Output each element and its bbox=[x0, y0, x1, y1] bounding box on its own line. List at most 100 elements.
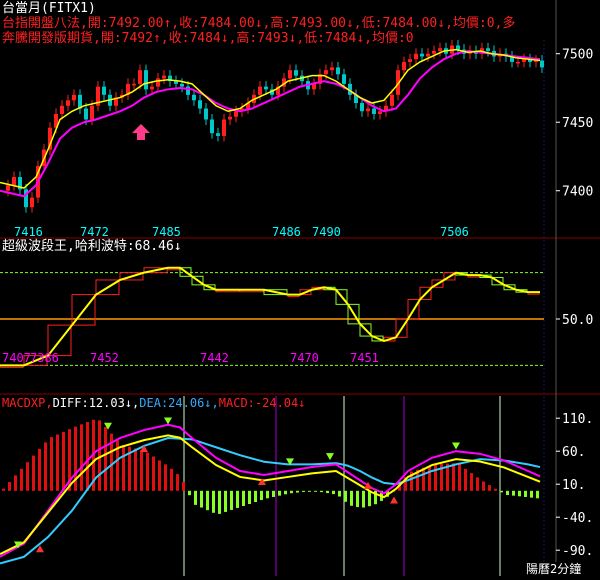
chart-title: 台當月(FITX1) bbox=[2, 1, 96, 16]
macd-y-tick-label: 110. bbox=[562, 412, 593, 427]
macd-histogram-bar bbox=[230, 490, 233, 510]
candle-body bbox=[180, 83, 184, 87]
candle-body bbox=[234, 111, 238, 117]
macd-histogram-bar bbox=[254, 490, 257, 503]
candle-body bbox=[162, 75, 166, 79]
candle-body bbox=[66, 100, 70, 106]
candle-body bbox=[150, 86, 154, 90]
macd-histogram-bar bbox=[26, 462, 29, 491]
macd-histogram-bar bbox=[332, 490, 335, 495]
macd-title: MACDXP,DIFF:12.03↓,DEA:24.06↓,MACD:-24.0… bbox=[2, 396, 305, 410]
candle-body bbox=[210, 119, 214, 134]
wave-line bbox=[0, 266, 540, 367]
candle-body bbox=[408, 59, 412, 62]
macd-histogram-bar bbox=[182, 482, 185, 491]
candle-body bbox=[204, 108, 208, 120]
macd-histogram-bar bbox=[98, 420, 101, 491]
wave-bottom-label: 7386 bbox=[30, 351, 59, 365]
candle-body bbox=[426, 53, 430, 57]
wave-y-tick-label: 50.0 bbox=[562, 313, 593, 328]
macd-histogram-bar bbox=[506, 490, 509, 495]
price-annotation: 7416 bbox=[14, 225, 43, 239]
up-arrow-marker bbox=[132, 124, 150, 140]
macd-histogram-bar bbox=[146, 452, 149, 491]
candle-body bbox=[30, 197, 34, 208]
footer-period: 陽曆2分鐘 bbox=[526, 562, 582, 576]
ma-yellow-line bbox=[0, 48, 541, 189]
macd-histogram-bar bbox=[452, 463, 455, 491]
price-annotation: 7486 bbox=[272, 225, 301, 239]
candle-body bbox=[420, 53, 424, 57]
macd-histogram-bar bbox=[212, 490, 215, 513]
macd-histogram-bar bbox=[242, 490, 245, 506]
macd-y-tick-label: 60. bbox=[562, 445, 585, 460]
macd-histogram-bar bbox=[158, 460, 161, 491]
candle-body bbox=[360, 103, 364, 112]
candle-body bbox=[102, 86, 106, 95]
candle-body bbox=[438, 48, 442, 51]
macd-histogram-bar bbox=[2, 488, 5, 491]
price-annotation: 7490 bbox=[312, 225, 341, 239]
macd-y-tick-label: -40. bbox=[562, 511, 593, 526]
wave-bottom-label: 7452 bbox=[90, 351, 119, 365]
ma-magenta-line bbox=[0, 49, 541, 198]
macd-histogram-bar bbox=[20, 468, 23, 491]
macd-histogram-bar bbox=[518, 490, 521, 497]
wave-bottom-label: 7407 bbox=[2, 351, 31, 365]
macd-histogram-bar bbox=[200, 490, 203, 508]
candle-body bbox=[12, 177, 16, 186]
price-annotation: 7485 bbox=[152, 225, 181, 239]
candle-body bbox=[138, 70, 142, 84]
macd-histogram-bar bbox=[314, 490, 317, 492]
macd-histogram-bar bbox=[236, 490, 239, 508]
chart-svg: 7400 7450 7500 7416 7472 7485 7486 7490 7506 50.0… bbox=[0, 0, 600, 576]
macd-histogram-bar bbox=[122, 445, 125, 491]
macd-histogram-bar bbox=[458, 464, 461, 491]
macd-histogram-bar bbox=[206, 490, 209, 511]
macd-histogram-bar bbox=[14, 475, 17, 491]
indicator-title: 超級波段王,哈利波特:68.46↓ bbox=[2, 239, 182, 254]
macd-histogram-bar bbox=[194, 490, 197, 505]
candle-body bbox=[324, 70, 328, 75]
candle-body bbox=[414, 53, 418, 60]
macd-histogram-bar bbox=[428, 465, 431, 491]
macd-histogram-bar bbox=[482, 481, 485, 491]
candle-body bbox=[342, 74, 346, 84]
macd-histogram-bar bbox=[320, 490, 323, 493]
wave-bottom-label: 7442 bbox=[200, 351, 229, 365]
candle-body bbox=[372, 108, 376, 114]
macd-histogram-bar bbox=[80, 424, 83, 491]
candle-body bbox=[378, 111, 382, 114]
macd-y-tick-label: -90. bbox=[562, 544, 593, 559]
candle-body bbox=[216, 133, 220, 136]
candle-body bbox=[330, 67, 334, 71]
candle-body bbox=[84, 108, 88, 120]
candle-body bbox=[516, 61, 520, 64]
macd-histogram-bar bbox=[284, 490, 287, 495]
price-y-tick-label: 7500 bbox=[562, 48, 593, 63]
macd-histogram-bar bbox=[104, 427, 107, 491]
macd-histogram-bar bbox=[464, 468, 467, 491]
candle-body bbox=[366, 108, 370, 112]
macd-histogram-bar bbox=[512, 490, 515, 496]
macd-histogram-bar bbox=[536, 490, 539, 499]
macd-histogram-bar bbox=[140, 450, 143, 491]
candle-body bbox=[198, 100, 202, 109]
candle-body bbox=[258, 86, 262, 95]
macd-histogram-bar bbox=[44, 442, 47, 491]
macd-histogram-bar bbox=[260, 490, 263, 501]
candle-body bbox=[132, 83, 136, 86]
price-y-tick-label: 7450 bbox=[562, 116, 593, 131]
macd-histogram-bar bbox=[218, 490, 221, 514]
candle-body bbox=[90, 105, 94, 120]
macd-histogram-bar bbox=[38, 449, 41, 491]
macd-histogram-bar bbox=[290, 490, 293, 494]
price-y-tick-label: 7400 bbox=[562, 185, 593, 200]
candle-body bbox=[264, 86, 268, 90]
macd-histogram-bar bbox=[56, 434, 59, 491]
wave-bottom-label: 7451 bbox=[350, 351, 379, 365]
candle-body bbox=[540, 60, 544, 68]
macd-histogram-bar bbox=[32, 455, 35, 491]
macd-histogram-bar bbox=[500, 490, 503, 493]
candle-body bbox=[144, 70, 148, 90]
